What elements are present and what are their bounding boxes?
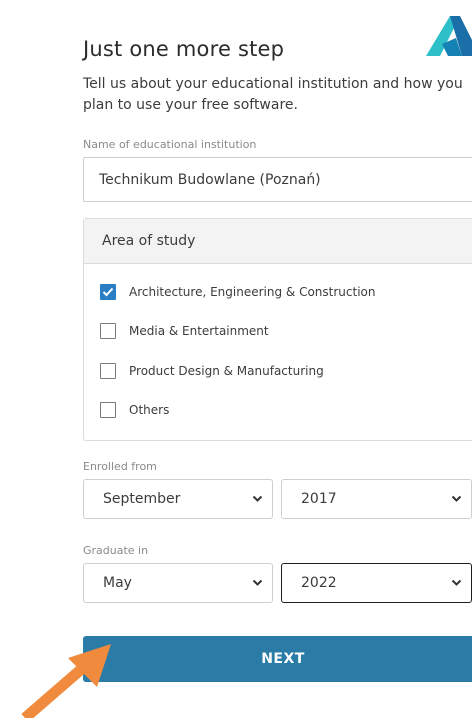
option-media[interactable]: Media & Entertainment <box>100 321 269 341</box>
graduate-year-select[interactable]: 2022 <box>281 563 472 603</box>
enrolled-year-select[interactable]: 2017 <box>281 479 472 519</box>
checkbox-icon[interactable] <box>100 323 116 339</box>
select-value: May <box>103 575 132 591</box>
select-value: 2017 <box>301 491 337 507</box>
select-value: 2022 <box>301 575 337 591</box>
chevron-down-icon <box>451 579 462 586</box>
option-architecture[interactable]: Architecture, Engineering & Construction <box>100 282 376 302</box>
option-label: Architecture, Engineering & Construction <box>129 285 376 299</box>
chevron-down-icon <box>252 495 263 502</box>
next-button[interactable]: NEXT <box>83 636 472 682</box>
area-of-study-header: Area of study <box>84 219 472 264</box>
institution-input[interactable] <box>83 157 472 202</box>
page-title: Just one more step <box>83 37 285 62</box>
area-of-study-panel: Area of study Architecture, Engineering … <box>83 218 472 441</box>
option-label: Product Design & Manufacturing <box>129 364 324 378</box>
chevron-down-icon <box>252 579 263 586</box>
graduate-label: Graduate in <box>83 544 149 557</box>
enrolled-month-select[interactable]: September <box>83 479 273 519</box>
option-label: Media & Entertainment <box>129 324 269 338</box>
option-label: Others <box>129 403 170 417</box>
select-value: September <box>103 491 181 507</box>
institution-label: Name of educational institution <box>83 138 257 151</box>
autodesk-logo-icon <box>426 16 472 56</box>
option-others[interactable]: Others <box>100 400 169 420</box>
checkbox-icon[interactable] <box>100 402 116 418</box>
graduate-month-select[interactable]: May <box>83 563 273 603</box>
option-product-design[interactable]: Product Design & Manufacturing <box>100 361 324 381</box>
intro-text: Tell us about your educational instituti… <box>83 76 463 113</box>
chevron-down-icon <box>451 495 462 502</box>
orange-arrow-icon <box>21 644 111 718</box>
checkbox-icon[interactable] <box>100 363 116 379</box>
enrolled-label: Enrolled from <box>83 460 157 473</box>
checkbox-checked-icon[interactable] <box>100 284 116 300</box>
